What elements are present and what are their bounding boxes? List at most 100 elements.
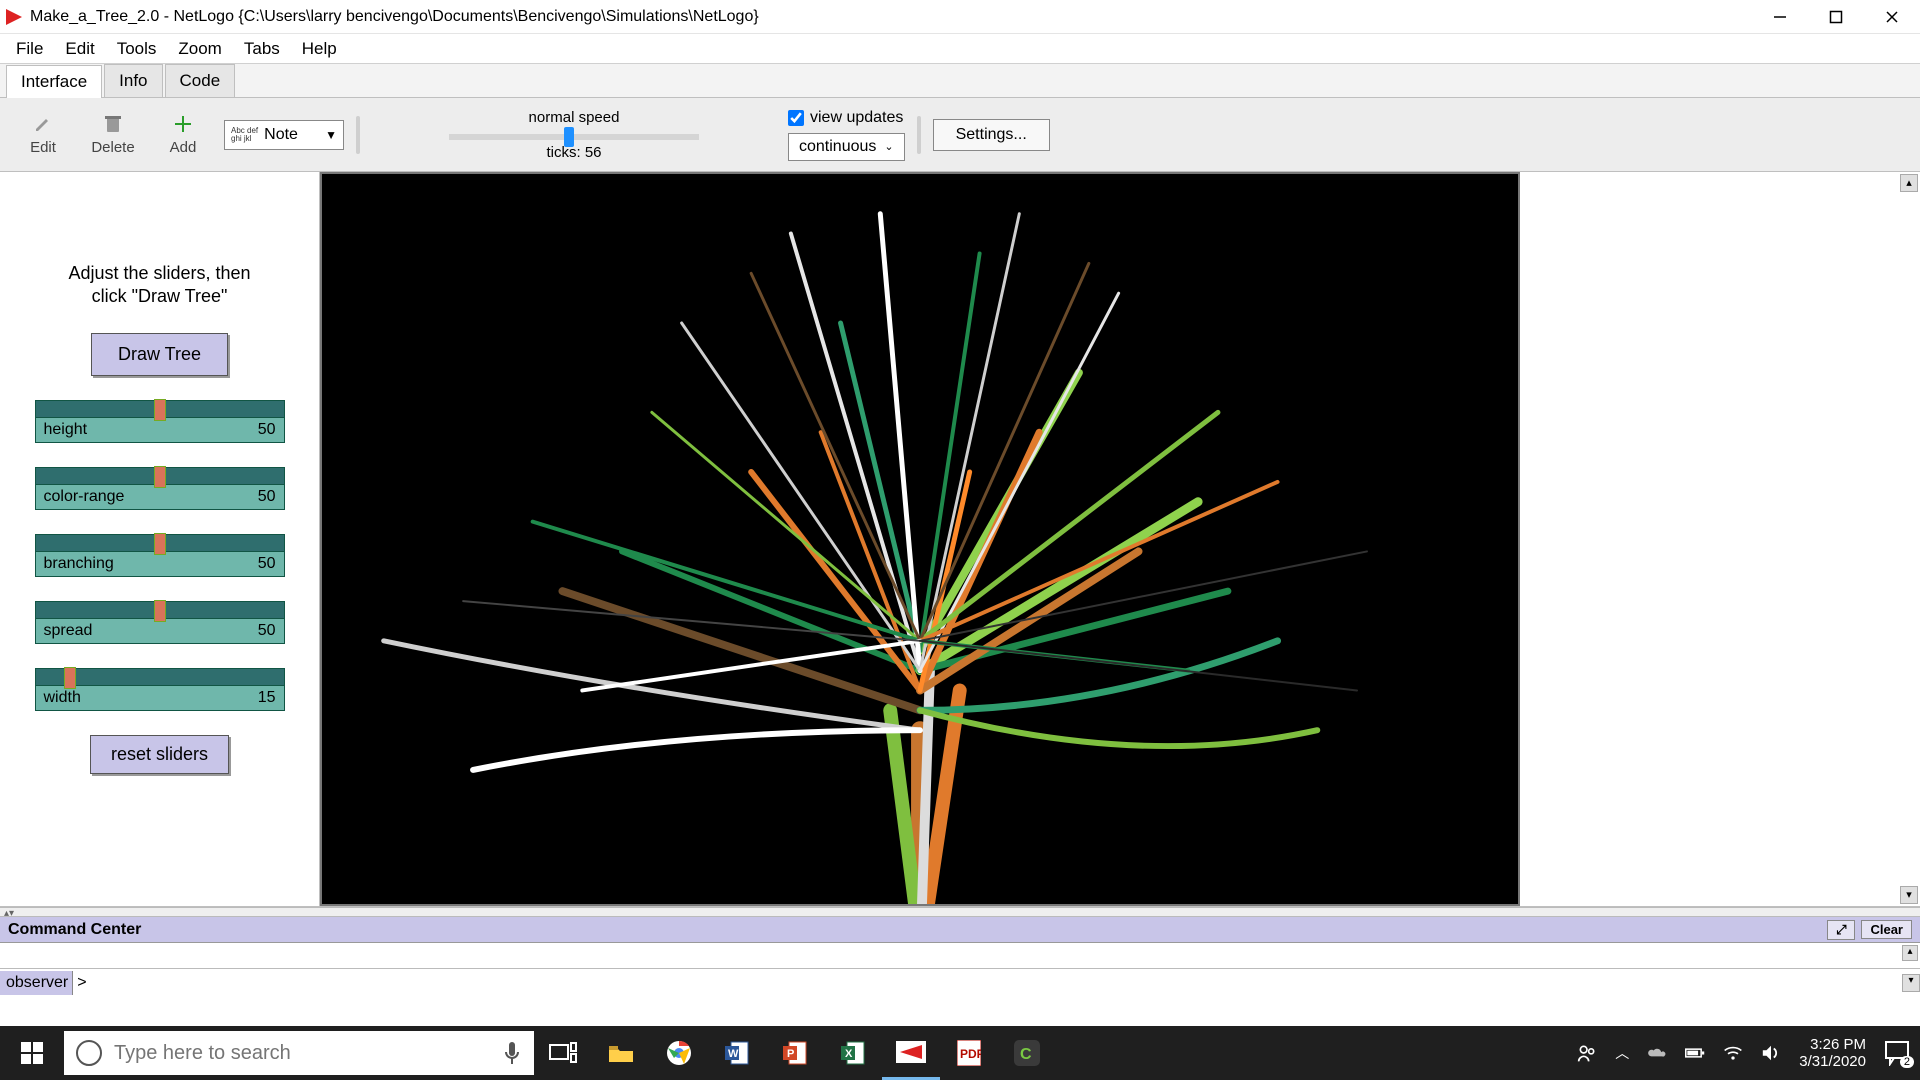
wifi-icon[interactable] bbox=[1723, 1043, 1743, 1063]
toolbar-divider bbox=[356, 116, 360, 154]
pencil-icon bbox=[32, 113, 54, 135]
chevron-down-icon: ⌄ bbox=[884, 140, 893, 153]
taskbar-search[interactable] bbox=[64, 1031, 534, 1075]
microphone-icon[interactable] bbox=[502, 1040, 522, 1066]
slider-color-range[interactable]: color-range 50 bbox=[35, 467, 285, 510]
cortana-icon bbox=[76, 1040, 102, 1066]
plus-icon bbox=[172, 113, 194, 135]
onedrive-icon[interactable] bbox=[1647, 1043, 1667, 1063]
menu-bar: File Edit Tools Zoom Tabs Help bbox=[0, 34, 1920, 64]
workspace-right-gutter: ▴ ▾ bbox=[1520, 172, 1920, 906]
view-updates-input[interactable] bbox=[788, 110, 804, 126]
maximize-button[interactable] bbox=[1808, 0, 1864, 34]
history-button[interactable]: ▾ bbox=[1902, 974, 1920, 992]
interface-workspace: Adjust the sliders, then click "Draw Tre… bbox=[0, 172, 1920, 907]
add-tool[interactable]: Add bbox=[154, 113, 212, 156]
excel-button[interactable]: X bbox=[824, 1026, 882, 1080]
tab-code[interactable]: Code bbox=[165, 64, 236, 97]
adobe-reader-button[interactable]: PDF bbox=[940, 1026, 998, 1080]
tray-overflow-button[interactable]: ︿ bbox=[1615, 1043, 1629, 1063]
command-center-title: Command Center bbox=[8, 921, 141, 939]
draw-tree-button[interactable]: Draw Tree bbox=[91, 333, 228, 376]
speed-slider-block: normal speed ticks: 56 bbox=[444, 109, 704, 161]
world-view[interactable] bbox=[320, 172, 1520, 906]
slider-width[interactable]: width 15 bbox=[35, 668, 285, 711]
volume-icon[interactable] bbox=[1761, 1043, 1781, 1063]
widget-type-select[interactable]: Abc defghi jkl Note ▼ bbox=[224, 120, 344, 150]
menu-edit[interactable]: Edit bbox=[55, 37, 104, 61]
svg-text:PDF: PDF bbox=[960, 1047, 981, 1061]
scroll-down-button[interactable]: ▾ bbox=[1900, 886, 1918, 904]
window-titlebar: Make_a_Tree_2.0 - NetLogo {C:\Users\larr… bbox=[0, 0, 1920, 34]
netlogo-app-icon bbox=[6, 9, 22, 25]
word-button[interactable]: W bbox=[708, 1026, 766, 1080]
interface-toolbar: Edit Delete Add Abc defghi jkl Note ▼ no… bbox=[0, 98, 1920, 172]
task-view-button[interactable] bbox=[534, 1026, 592, 1080]
delete-tool[interactable]: Delete bbox=[84, 113, 142, 156]
agent-context-select[interactable]: observer bbox=[0, 971, 73, 995]
menu-help[interactable]: Help bbox=[292, 37, 347, 61]
settings-button[interactable]: Settings... bbox=[933, 119, 1050, 151]
slider-label: color-range bbox=[44, 488, 125, 506]
camtasia-button[interactable]: C bbox=[998, 1026, 1056, 1080]
taskbar-clock[interactable]: 3:26 PM 3/31/2020 bbox=[1799, 1036, 1866, 1071]
svg-text:W: W bbox=[728, 1048, 739, 1060]
command-input[interactable] bbox=[91, 972, 1902, 994]
command-center-clear-button[interactable]: Clear bbox=[1861, 920, 1912, 939]
note-preview-icon: Abc defghi jkl bbox=[231, 127, 258, 143]
command-center-output[interactable]: ▴ bbox=[0, 943, 1920, 969]
tree-render bbox=[322, 174, 1518, 904]
powerpoint-button[interactable]: P bbox=[766, 1026, 824, 1080]
slider-spread[interactable]: spread 50 bbox=[35, 601, 285, 644]
slider-value: 50 bbox=[258, 555, 276, 573]
slider-value: 15 bbox=[258, 689, 276, 707]
slider-label: height bbox=[44, 421, 88, 439]
instruction-note: Adjust the sliders, then click "Draw Tre… bbox=[68, 262, 250, 309]
edit-tool[interactable]: Edit bbox=[14, 113, 72, 156]
close-button[interactable] bbox=[1864, 0, 1920, 34]
interface-control-panel: Adjust the sliders, then click "Draw Tre… bbox=[0, 172, 320, 906]
horizontal-splitter[interactable]: ▴▾ bbox=[0, 907, 1920, 917]
scroll-up-button[interactable]: ▴ bbox=[1902, 945, 1918, 961]
chevron-down-icon: ▼ bbox=[325, 128, 337, 142]
menu-tabs[interactable]: Tabs bbox=[234, 37, 290, 61]
slider-height[interactable]: height 50 bbox=[35, 400, 285, 443]
action-center-button[interactable]: 2 bbox=[1884, 1040, 1910, 1066]
chrome-button[interactable] bbox=[650, 1026, 708, 1080]
toolbar-divider bbox=[917, 116, 921, 154]
slider-label: spread bbox=[44, 622, 93, 640]
prompt-caret: > bbox=[73, 974, 90, 992]
scroll-up-button[interactable]: ▴ bbox=[1900, 174, 1918, 192]
menu-zoom[interactable]: Zoom bbox=[168, 37, 231, 61]
command-center-input-row: observer > ▾ bbox=[0, 969, 1920, 997]
tab-info[interactable]: Info bbox=[104, 64, 162, 97]
battery-icon[interactable] bbox=[1685, 1043, 1705, 1063]
taskbar-search-input[interactable] bbox=[114, 1042, 490, 1065]
tick-counter: ticks: 56 bbox=[546, 144, 601, 161]
view-updates-checkbox[interactable]: view updates bbox=[788, 109, 905, 127]
file-explorer-button[interactable] bbox=[592, 1026, 650, 1080]
speed-slider[interactable] bbox=[449, 134, 699, 140]
windows-taskbar: W P X PDF C ︿ 3:26 PM 3/31/2020 2 bbox=[0, 1026, 1920, 1080]
menu-tools[interactable]: Tools bbox=[107, 37, 167, 61]
slider-value: 50 bbox=[258, 421, 276, 439]
command-center-header: Command Center ⤢ Clear bbox=[0, 917, 1920, 943]
svg-text:X: X bbox=[845, 1048, 853, 1060]
start-button[interactable] bbox=[0, 1026, 64, 1080]
system-tray: ︿ 3:26 PM 3/31/2020 2 bbox=[1577, 1036, 1920, 1071]
svg-text:C: C bbox=[1020, 1046, 1032, 1063]
tab-interface[interactable]: Interface bbox=[6, 65, 102, 98]
speed-slider-thumb[interactable] bbox=[564, 127, 574, 147]
view-updates-block: view updates continuous ⌄ bbox=[788, 109, 905, 161]
people-icon[interactable] bbox=[1577, 1043, 1597, 1063]
slider-branching[interactable]: branching 50 bbox=[35, 534, 285, 577]
update-mode-select[interactable]: continuous ⌄ bbox=[788, 133, 905, 161]
svg-text:P: P bbox=[787, 1048, 794, 1060]
menu-file[interactable]: File bbox=[6, 37, 53, 61]
windows-icon bbox=[21, 1042, 43, 1064]
command-center-expand-button[interactable]: ⤢ bbox=[1827, 920, 1855, 940]
netlogo-taskbar-button[interactable] bbox=[882, 1026, 940, 1080]
minimize-button[interactable] bbox=[1752, 0, 1808, 34]
reset-sliders-button[interactable]: reset sliders bbox=[90, 735, 229, 774]
window-title: Make_a_Tree_2.0 - NetLogo {C:\Users\larr… bbox=[30, 8, 759, 26]
